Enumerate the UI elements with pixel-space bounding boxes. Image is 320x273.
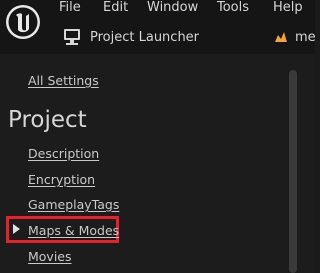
project-launcher-label: Project Launcher	[90, 29, 200, 45]
menu-tools[interactable]: Tools	[217, 0, 249, 15]
project-launcher-button[interactable]: Project Launcher	[62, 27, 199, 47]
sidebar-scrollbar[interactable]	[289, 70, 297, 273]
menu-bar: File Edit Window Tools Help Project Laun…	[0, 0, 315, 54]
menu-window[interactable]: Window	[147, 0, 198, 15]
menu-file[interactable]: File	[59, 0, 81, 15]
unreal-logo-icon[interactable]	[5, 4, 41, 40]
all-settings-link[interactable]: All Settings	[28, 73, 99, 88]
project-tab[interactable]: me	[274, 27, 315, 47]
project-tab-icon	[275, 32, 287, 42]
section-title-project: Project	[8, 107, 87, 133]
sidebar-item-description[interactable]: Description	[28, 146, 99, 161]
project-tab-label: me	[295, 29, 315, 45]
sidebar-item-encryption[interactable]: Encryption	[28, 172, 95, 187]
menu-help[interactable]: Help	[273, 0, 303, 15]
sidebar-item-gameplaytags[interactable]: GameplayTags	[28, 197, 119, 212]
sidebar-item-maps-and-modes[interactable]: Maps & Modes	[28, 223, 119, 238]
expand-arrow-icon[interactable]	[13, 224, 20, 234]
sidebar-item-movies[interactable]: Movies	[28, 249, 72, 264]
menu-edit[interactable]: Edit	[103, 0, 128, 15]
project-launcher-icon	[64, 29, 80, 45]
